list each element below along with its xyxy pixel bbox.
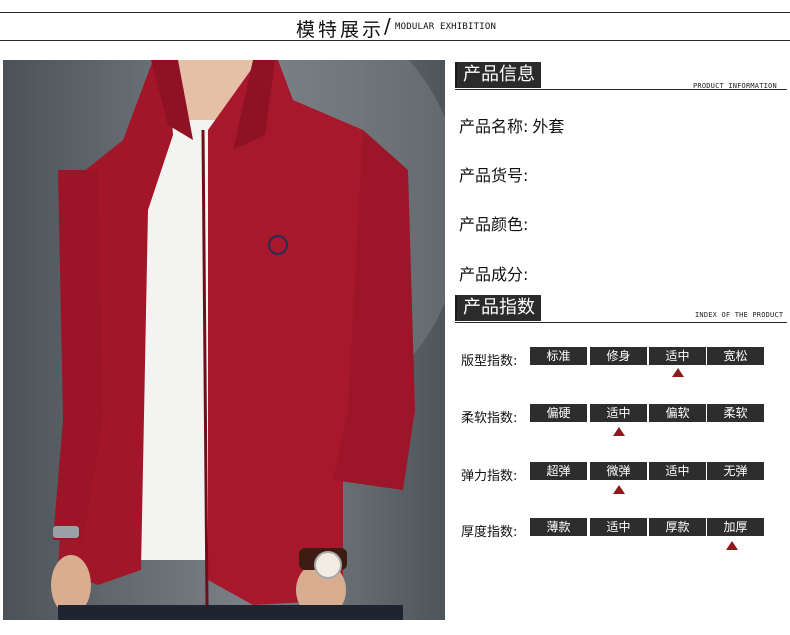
index-label-fit: 版型指数: — [461, 354, 518, 369]
thickness-option-extra-thick: 加厚 — [707, 518, 764, 536]
thickness-option-thin: 薄款 — [530, 518, 587, 536]
product-index-subtitle: INDEX OF THE PRODUCT — [695, 311, 784, 319]
softness-option-soft: 柔软 — [707, 404, 764, 422]
index-label-softness: 柔软指数: — [461, 411, 518, 426]
product-info-subtitle: PRODUCT INFORMATION — [693, 82, 777, 90]
elasticity-selected-marker — [613, 485, 625, 494]
softness-selected-marker — [613, 427, 625, 436]
softness-option-softish: 偏软 — [649, 404, 706, 422]
elasticity-option-super: 超弹 — [530, 462, 587, 480]
thickness-option-thick: 厚款 — [649, 518, 706, 536]
elasticity-option-medium: 适中 — [649, 462, 706, 480]
header-subtitle: MODULAR EXHIBITION — [395, 22, 497, 32]
info-row-color: 产品颜色: — [459, 211, 532, 235]
info-label-material: 产品成分: — [459, 265, 529, 284]
info-row-sku: 产品货号: — [459, 162, 532, 186]
product-index-rule — [455, 322, 787, 323]
softness-option-medium: 适中 — [590, 404, 647, 422]
thickness-selected-marker — [726, 541, 738, 550]
product-index-title: 产品指数 — [455, 295, 541, 321]
left-wrist-watch — [53, 526, 79, 538]
info-label-sku: 产品货号: — [459, 166, 529, 185]
fit-selected-marker — [672, 368, 684, 377]
elasticity-option-none: 无弹 — [707, 462, 764, 480]
index-label-thickness: 厚度指数: — [461, 525, 518, 540]
product-info-title: 产品信息 — [455, 62, 541, 88]
model-illustration — [51, 60, 445, 620]
header-title: 模特展示 — [296, 19, 385, 41]
thickness-option-medium: 适中 — [590, 518, 647, 536]
fit-option-regular: 适中 — [649, 347, 706, 365]
fit-option-slim: 修身 — [590, 347, 647, 365]
header-bottom-rule — [0, 40, 790, 41]
fit-option-standard: 标准 — [530, 347, 587, 365]
model-jeans — [58, 605, 403, 620]
info-label-name: 产品名称: — [459, 117, 529, 136]
info-label-color: 产品颜色: — [459, 215, 529, 234]
softness-option-hard: 偏硬 — [530, 404, 587, 422]
info-row-material: 产品成分: — [459, 261, 532, 285]
elasticity-option-slight: 微弹 — [590, 462, 647, 480]
product-photo — [3, 60, 445, 620]
header-slash: / — [384, 14, 391, 38]
index-label-elasticity: 弹力指数: — [461, 469, 518, 484]
page-header: 模特展示 / MODULAR EXHIBITION — [0, 13, 790, 41]
info-value-name: 外套 — [532, 117, 565, 136]
fit-option-loose: 宽松 — [707, 347, 764, 365]
info-row-name: 产品名称: 外套 — [459, 113, 564, 137]
